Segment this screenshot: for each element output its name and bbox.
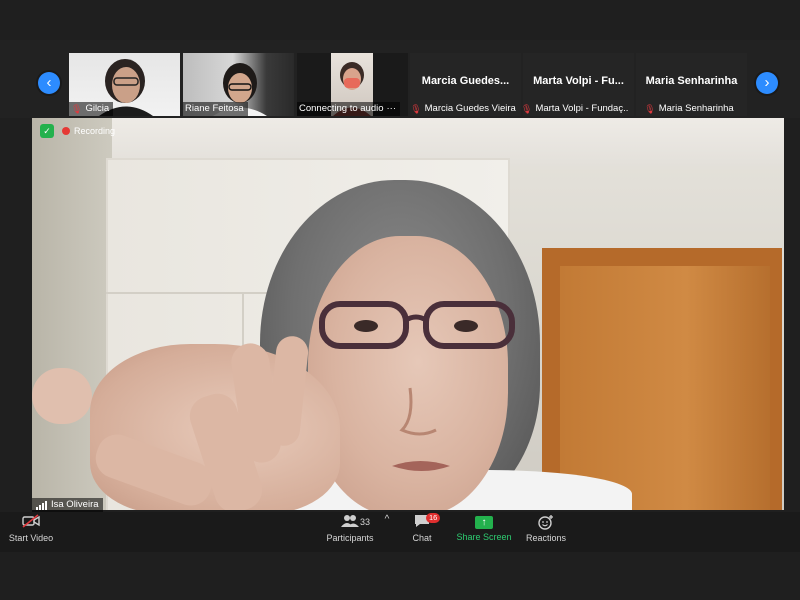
muted-mic-icon: 🎙 <box>644 104 656 114</box>
participant-name-tag: 🎙 Gilcia <box>69 102 114 116</box>
participants-count: 33 <box>360 517 371 527</box>
participant-name-tag: 🎙 Maria Senharinha <box>644 103 734 114</box>
signal-strength-icon <box>36 500 47 510</box>
recording-indicator[interactable]: Recording <box>62 124 115 138</box>
participant-name-tag: Connecting to audio ··· <box>297 102 401 116</box>
gallery-next-button[interactable]: › <box>756 72 778 94</box>
participant-tile-maria[interactable]: Maria Senharinha 🎙 Maria Senharinha <box>636 53 747 116</box>
participant-tile-marta[interactable]: Marta Volpi - Fu... 🎙Marta Volpi - Funda… <box>523 53 634 116</box>
chat-button[interactable]: 16 Chat <box>404 513 441 543</box>
meeting-toolbar <box>0 512 800 552</box>
glasses <box>319 301 515 349</box>
encryption-shield-icon[interactable]: ✓ <box>40 124 54 138</box>
participant-name-tag: 🎙Marta Volpi - Fundaç... <box>523 102 629 116</box>
reactions-button[interactable]: Reactions <box>522 514 570 543</box>
share-screen-icon: ↑ <box>475 516 493 529</box>
participant-tile-riane[interactable]: Riane Feitosa <box>183 53 294 116</box>
active-speaker-video <box>32 118 784 510</box>
window-bottom-area <box>0 552 800 600</box>
chevron-right-icon: › <box>764 74 770 91</box>
participant-tile-connecting[interactable]: Connecting to audio ··· <box>297 53 408 116</box>
participant-tile-gilcia[interactable]: 🎙 Gilcia <box>69 53 180 116</box>
participants-button[interactable]: 33 Participants <box>320 514 380 543</box>
video-off-icon <box>6 514 56 530</box>
recording-dot-icon <box>62 127 70 135</box>
speaker-name-tag: Isa Oliveira <box>32 498 103 512</box>
reactions-icon <box>522 514 570 530</box>
start-video-button[interactable]: Start Video <box>6 514 56 543</box>
chat-unread-badge: 16 <box>426 513 441 523</box>
participant-name-tag: Riane Feitosa <box>183 102 248 116</box>
participant-title: Maria Senharinha <box>645 75 738 87</box>
participant-name-tag: 🎙 Marcia Guedes Vieira <box>410 103 516 114</box>
gallery-prev-button[interactable]: ‹ <box>38 72 60 94</box>
participant-title: Marcia Guedes... <box>421 75 510 87</box>
chevron-left-icon: ‹ <box>46 74 52 91</box>
chevron-up-icon: ^ <box>384 514 390 525</box>
participant-tile-marcia[interactable]: Marcia Guedes... 🎙 Marcia Guedes Vieira <box>410 53 521 116</box>
participant-title: Marta Volpi - Fu... <box>533 75 624 87</box>
mouth <box>392 387 450 471</box>
muted-mic-icon: 🎙 <box>410 104 422 114</box>
participants-icon <box>341 514 359 530</box>
share-screen-button[interactable]: ↑ Share Screen <box>454 514 514 542</box>
participants-options-caret[interactable]: ^ <box>382 514 392 525</box>
muted-mic-icon: 🎙 <box>523 102 532 116</box>
muted-mic-icon: 🎙 <box>71 104 83 114</box>
